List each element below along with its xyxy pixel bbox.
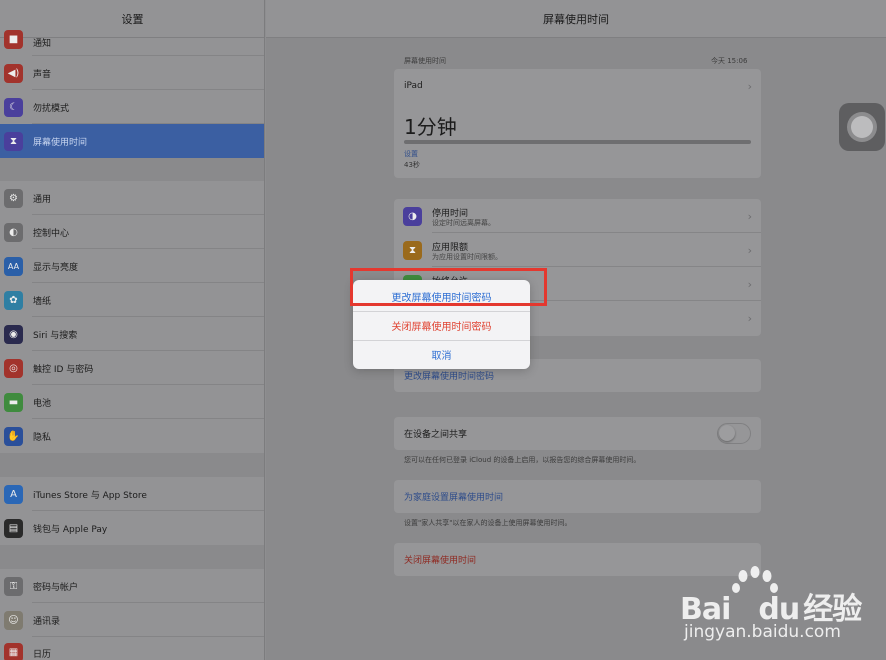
sidebar-item-sound[interactable]: ◀) 声音	[0, 56, 264, 90]
usage-total: 1分钟	[404, 115, 457, 139]
sidebar-item-label: 电池	[33, 398, 52, 409]
sidebar-item-control-center[interactable]: ◐ 控制中心	[0, 215, 264, 249]
sidebar-item-app-store[interactable]: A iTunes Store 与 App Store	[0, 477, 264, 511]
sidebar-item-do-not-disturb[interactable]: ☾ 勿扰模式	[0, 90, 264, 124]
share-toggle[interactable]	[717, 423, 751, 444]
sidebar-item-label: 隐私	[33, 432, 52, 443]
battery-icon: ▬	[4, 392, 23, 412]
sidebar-item-wallpaper[interactable]: ✿ 墙纸	[0, 283, 264, 317]
sidebar-item-label: 声音	[33, 69, 52, 80]
sound-icon: ◀)	[4, 63, 23, 83]
control-center-icon: ◐	[4, 222, 23, 242]
sidebar-item-siri[interactable]: ◉ Siri 与搜索	[0, 317, 264, 351]
app-limits-row[interactable]: ⧗ 应用限额 为应用设置时间限额。 ›	[394, 233, 761, 267]
turn-off-row[interactable]: 关闭屏幕使用时间	[394, 543, 761, 576]
siri-icon: ◉	[4, 324, 23, 344]
downtime-row[interactable]: ◑ 停用时间 设定时间远离屏幕。 ›	[394, 199, 761, 233]
turn-off-passcode-button[interactable]: 关闭屏幕使用时间密码	[353, 311, 530, 340]
notifications-icon: ■	[4, 30, 23, 49]
display-icon: AA	[4, 256, 23, 276]
hourglass-icon: ⧗	[4, 131, 23, 151]
sidebar-title: 设置	[0, 0, 264, 38]
chevron-right-icon: ›	[747, 243, 752, 257]
family-setup-link: 为家庭设置屏幕使用时间	[404, 493, 504, 503]
fingerprint-icon: ◎	[4, 358, 23, 378]
sidebar-item-label: 通知	[33, 39, 52, 49]
sidebar-item-label: 显示与亮度	[33, 262, 79, 273]
sidebar-item-touch-id[interactable]: ◎ 触控 ID 与密码	[0, 351, 264, 385]
downtime-icon: ◑	[403, 206, 422, 226]
sidebar-item-label: Siri 与搜索	[33, 330, 78, 341]
gear-icon: ⚙	[4, 188, 23, 208]
usage-bar	[404, 140, 751, 144]
sidebar-item-label: 墙纸	[33, 296, 52, 307]
key-icon: ⚿	[4, 576, 23, 596]
sidebar-item-calendar[interactable]: ▦ 日历	[0, 637, 264, 660]
moon-icon: ☾	[4, 97, 23, 117]
sidebar-item-privacy[interactable]: ✋ 隐私	[0, 419, 264, 453]
wallpaper-icon: ✿	[4, 290, 23, 310]
wallet-icon: ▤	[4, 518, 23, 538]
device-label: iPad	[404, 81, 423, 91]
usage-card[interactable]: iPad › 1分钟 设置 43秒	[394, 69, 761, 178]
cancel-button[interactable]: 取消	[353, 340, 530, 369]
sidebar-item-label: 通用	[33, 194, 52, 205]
sidebar-item-passwords[interactable]: ⚿ 密码与帐户	[0, 569, 264, 603]
hand-icon: ✋	[4, 426, 23, 446]
usage-category-time: 43秒	[404, 161, 420, 169]
chevron-right-icon: ›	[747, 277, 752, 291]
contacts-icon: ☺	[4, 610, 23, 630]
downtime-subtitle: 设定时间远离屏幕。	[432, 219, 495, 227]
change-passcode-link: 更改屏幕使用时间密码	[404, 372, 495, 382]
sidebar-item-label: 屏幕使用时间	[33, 137, 88, 148]
usage-section-label: 屏幕使用时间	[404, 57, 446, 65]
assistive-touch-button[interactable]	[839, 103, 885, 151]
watermark-url: jingyan.baidu.com	[684, 622, 841, 642]
sidebar-item-label: 密码与帐户	[33, 582, 79, 593]
sidebar-item-label: 日历	[33, 650, 52, 660]
page-title: 屏幕使用时间	[266, 0, 886, 38]
sidebar-item-label: 勿扰模式	[33, 103, 70, 114]
calendar-icon: ▦	[4, 643, 23, 660]
family-row[interactable]: 为家庭设置屏幕使用时间	[394, 480, 761, 513]
sidebar-item-label: 控制中心	[33, 228, 70, 239]
share-footer: 您可以在任何已登录 iCloud 的设备上启用，以报告您的综合屏幕使用时间。	[404, 456, 641, 464]
share-label: 在设备之间共享	[404, 430, 468, 440]
annotation-highlight-box	[350, 268, 547, 306]
sidebar-item-label: 触控 ID 与密码	[33, 364, 94, 375]
app-store-icon: A	[4, 484, 23, 504]
sidebar-item-general[interactable]: ⚙ 通用	[0, 181, 264, 215]
share-across-devices-row: 在设备之间共享	[394, 417, 761, 450]
usage-timestamp: 今天 15:06	[711, 57, 748, 65]
sidebar-item-notifications[interactable]: ■ 通知	[0, 30, 264, 56]
hourglass-icon: ⧗	[403, 240, 422, 260]
chevron-right-icon: ›	[747, 79, 752, 93]
sidebar-item-battery[interactable]: ▬ 电池	[0, 385, 264, 419]
sidebar-item-contacts[interactable]: ☺ 通讯录	[0, 603, 264, 637]
sidebar-item-label: iTunes Store 与 App Store	[33, 490, 147, 501]
sidebar-item-label: 通讯录	[33, 616, 61, 627]
family-footer: 设置"家人共享"以在家人的设备上使用屏幕使用时间。	[404, 519, 572, 527]
app-limits-subtitle: 为应用设置时间限额。	[432, 253, 502, 261]
settings-sidebar: 设置 ■ 通知 ◀) 声音 ☾ 勿扰模式 ⧗ 屏幕使用时间 ⚙ 通用 ◐ 控制中…	[0, 0, 265, 660]
chevron-right-icon: ›	[747, 209, 752, 223]
sidebar-item-screen-time[interactable]: ⧗ 屏幕使用时间	[0, 124, 264, 158]
usage-category: 设置	[404, 150, 418, 158]
sidebar-item-display[interactable]: AA 显示与亮度	[0, 249, 264, 283]
chevron-right-icon: ›	[747, 311, 752, 325]
sidebar-item-wallet[interactable]: ▤ 钱包与 Apple Pay	[0, 511, 264, 545]
device-row[interactable]: iPad ›	[394, 69, 761, 103]
turn-off-screen-time-link: 关闭屏幕使用时间	[404, 556, 477, 566]
sidebar-item-label: 钱包与 Apple Pay	[33, 524, 108, 535]
